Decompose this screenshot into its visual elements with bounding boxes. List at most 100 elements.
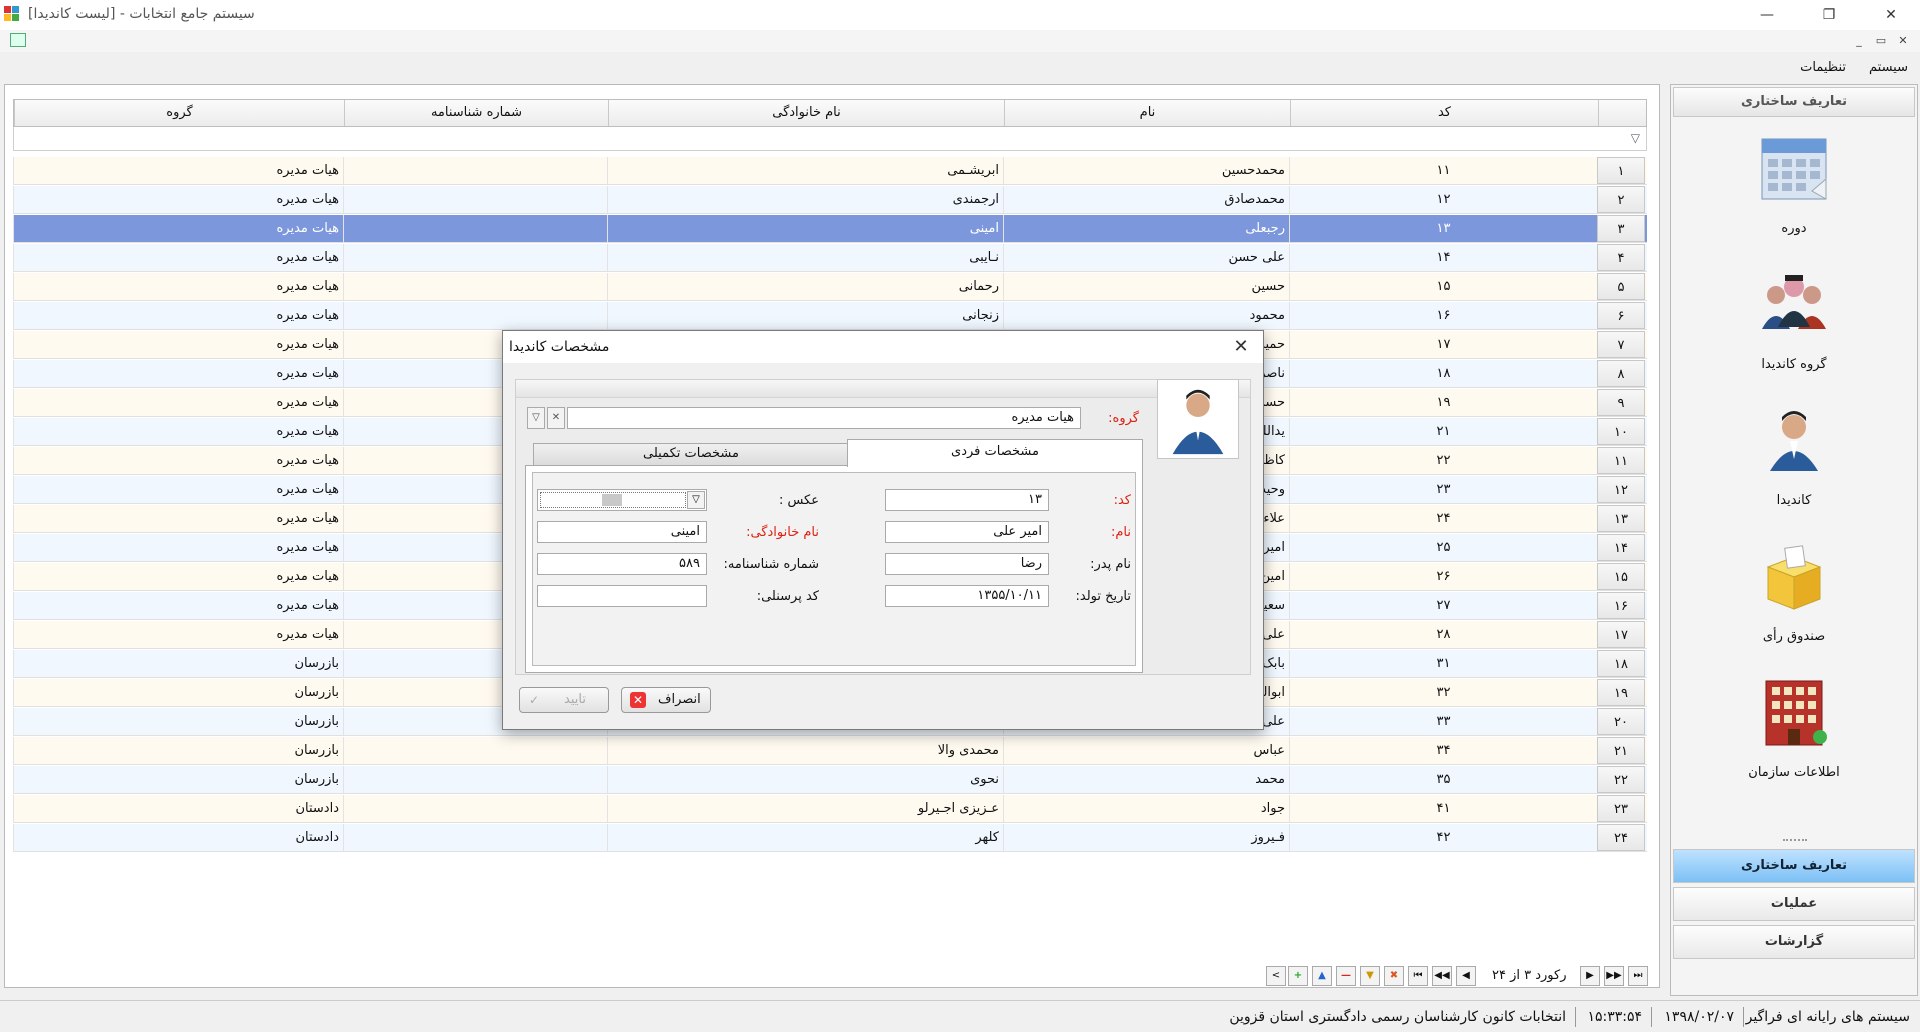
cell-code[interactable]: ۱۸ — [1289, 360, 1597, 387]
nav-prev-page-button[interactable]: ◀◀ — [1432, 966, 1452, 986]
cell-family[interactable]: ابریشـمی — [607, 157, 1003, 184]
cell-rownum[interactable]: ۱ — [1597, 157, 1645, 184]
cell-rownum[interactable]: ۳ — [1597, 215, 1645, 242]
menu-system[interactable]: سیستم — [1869, 60, 1908, 75]
cell-group[interactable]: دادستان — [13, 795, 343, 822]
cell-group[interactable]: بازرسان — [13, 708, 343, 735]
cell-name[interactable]: فـیروز — [1003, 824, 1289, 851]
nav-filter-button[interactable]: ▼ — [1360, 966, 1380, 986]
table-row[interactable]: هیات مدیره رحمانی حسین ۱۵ ۵ — [13, 273, 1647, 301]
cell-rownum[interactable]: ۱۱ — [1597, 447, 1645, 474]
cell-rownum[interactable]: ۱۹ — [1597, 679, 1645, 706]
cell-code[interactable]: ۲۲ — [1289, 447, 1597, 474]
shenasname-field[interactable]: ۵۸۹ — [537, 553, 707, 575]
cell-family[interactable]: زنجانی — [607, 302, 1003, 329]
sidebar-item-candidate-group[interactable]: گروه کاندیدا — [1671, 265, 1917, 395]
group-clear-button[interactable]: ✕ — [547, 407, 565, 429]
cell-group[interactable]: هیات مدیره — [13, 273, 343, 300]
cell-rownum[interactable]: ۱۷ — [1597, 621, 1645, 648]
cell-group[interactable]: هیات مدیره — [13, 621, 343, 648]
cell-code[interactable]: ۲۷ — [1289, 592, 1597, 619]
cell-shenasname[interactable] — [343, 244, 607, 271]
cell-group[interactable]: هیات مدیره — [13, 244, 343, 271]
column-header-family[interactable]: نام خانوادگی — [608, 100, 1004, 126]
sidebar-item-ballot-box[interactable]: صندوق رأی — [1671, 537, 1917, 667]
cell-shenasname[interactable] — [343, 273, 607, 300]
cell-code[interactable]: ۱۴ — [1289, 244, 1597, 271]
cell-rownum[interactable]: ۲ — [1597, 186, 1645, 213]
column-header-name[interactable]: نام — [1004, 100, 1290, 126]
table-row[interactable]: هیات مدیره امینی رجبعلی ۱۳ ۳ — [13, 215, 1647, 243]
cell-family[interactable]: ارجمندی — [607, 186, 1003, 213]
cell-rownum[interactable]: ۲۱ — [1597, 737, 1645, 764]
sidebar-splitter-grip[interactable] — [1783, 839, 1807, 843]
cell-code[interactable]: ۲۳ — [1289, 476, 1597, 503]
nav-add-button[interactable]: + — [1288, 966, 1308, 986]
sidebar-nav-structural[interactable]: تعاریف ساختاری — [1673, 849, 1915, 883]
table-row[interactable]: دادستان عـزیزی اجـیرلو جواد ۴۱ ۲۳ — [13, 795, 1647, 823]
cell-rownum[interactable]: ۱۵ — [1597, 563, 1645, 590]
cell-group[interactable]: هیات مدیره — [13, 476, 343, 503]
column-header-group[interactable]: گروه — [14, 100, 344, 126]
close-button[interactable]: ✕ — [1868, 0, 1914, 30]
nav-prev-button[interactable]: ◀ — [1456, 966, 1476, 986]
cell-code[interactable]: ۳۴ — [1289, 737, 1597, 764]
cell-code[interactable]: ۳۳ — [1289, 708, 1597, 735]
mdi-close-button[interactable]: ✕ — [1894, 32, 1912, 50]
photo-dropdown-button[interactable]: ▽ — [687, 491, 705, 509]
cell-group[interactable]: هیات مدیره — [13, 302, 343, 329]
sidebar-item-candidate[interactable]: کاندیدا — [1671, 401, 1917, 531]
app-icon[interactable] — [4, 6, 20, 22]
cell-rownum[interactable]: ۱۳ — [1597, 505, 1645, 532]
tab-personal-details[interactable]: مشخصات فردی — [847, 439, 1143, 467]
cell-shenasname[interactable] — [343, 795, 607, 822]
table-row[interactable]: هیات مدیره ابریشـمی محمدحسین ۱۱ ۱ — [13, 157, 1647, 185]
column-header-code[interactable]: کد — [1290, 100, 1598, 126]
minimize-button[interactable]: — — [1744, 0, 1790, 30]
cell-name[interactable]: حسین — [1003, 273, 1289, 300]
group-combo[interactable]: هیات مدیره — [567, 407, 1081, 429]
cell-code[interactable]: ۲۶ — [1289, 563, 1597, 590]
nav-next-button[interactable]: ▶ — [1580, 966, 1600, 986]
mdi-restore-button[interactable]: ▭ — [1872, 32, 1890, 50]
cell-name[interactable]: محمدصادق — [1003, 186, 1289, 213]
table-row[interactable]: هیات مدیره نـایبی علی حسن ۱۴ ۴ — [13, 244, 1647, 272]
table-row[interactable]: بازرسان محمدی والا عباس ۳۴ ۲۱ — [13, 737, 1647, 765]
column-header-shenasname[interactable]: شماره شناسنامه — [344, 100, 608, 126]
cell-family[interactable]: رحمانی — [607, 273, 1003, 300]
cell-rownum[interactable]: ۴ — [1597, 244, 1645, 271]
cell-code[interactable]: ۲۸ — [1289, 621, 1597, 648]
cell-group[interactable]: هیات مدیره — [13, 592, 343, 619]
table-row[interactable]: دادستان کلهر فـیروز ۴۲ ۲۴ — [13, 824, 1647, 852]
cell-rownum[interactable]: ۹ — [1597, 389, 1645, 416]
personnel-code-field[interactable] — [537, 585, 707, 607]
nav-last-button[interactable]: ⏭ — [1628, 966, 1648, 986]
dialog-close-button[interactable]: ✕ — [1229, 335, 1253, 359]
cell-group[interactable]: هیات مدیره — [13, 215, 343, 242]
table-row[interactable]: هیات مدیره زنجانی محمود ۱۶ ۶ — [13, 302, 1647, 330]
cell-group[interactable]: هیات مدیره — [13, 534, 343, 561]
cell-name[interactable]: رجبعلی — [1003, 215, 1289, 242]
cell-family[interactable]: عـزیزی اجـیرلو — [607, 795, 1003, 822]
cell-rownum[interactable]: ۵ — [1597, 273, 1645, 300]
cell-group[interactable]: بازرسان — [13, 766, 343, 793]
cell-group[interactable]: هیات مدیره — [13, 505, 343, 532]
cell-rownum[interactable]: ۸ — [1597, 360, 1645, 387]
cell-shenasname[interactable] — [343, 215, 607, 242]
cell-rownum[interactable]: ۲۲ — [1597, 766, 1645, 793]
cell-rownum[interactable]: ۶ — [1597, 302, 1645, 329]
tab-additional-details[interactable]: مشخصات تکمیلی — [533, 443, 849, 465]
cell-code[interactable]: ۲۱ — [1289, 418, 1597, 445]
cell-code[interactable]: ۱۹ — [1289, 389, 1597, 416]
cell-rownum[interactable]: ۱۲ — [1597, 476, 1645, 503]
birth-date-field[interactable]: ۱۳۵۵/۱۰/۱۱ — [885, 585, 1049, 607]
cell-name[interactable]: جواد — [1003, 795, 1289, 822]
cell-code[interactable]: ۱۱ — [1289, 157, 1597, 184]
cell-group[interactable]: بازرسان — [13, 650, 343, 677]
cell-code[interactable]: ۴۲ — [1289, 824, 1597, 851]
nav-edit-button[interactable]: ▲ — [1312, 966, 1332, 986]
cell-rownum[interactable]: ۲۳ — [1597, 795, 1645, 822]
cell-rownum[interactable]: ۱۶ — [1597, 592, 1645, 619]
cell-code[interactable]: ۴۱ — [1289, 795, 1597, 822]
cell-name[interactable]: عباس — [1003, 737, 1289, 764]
